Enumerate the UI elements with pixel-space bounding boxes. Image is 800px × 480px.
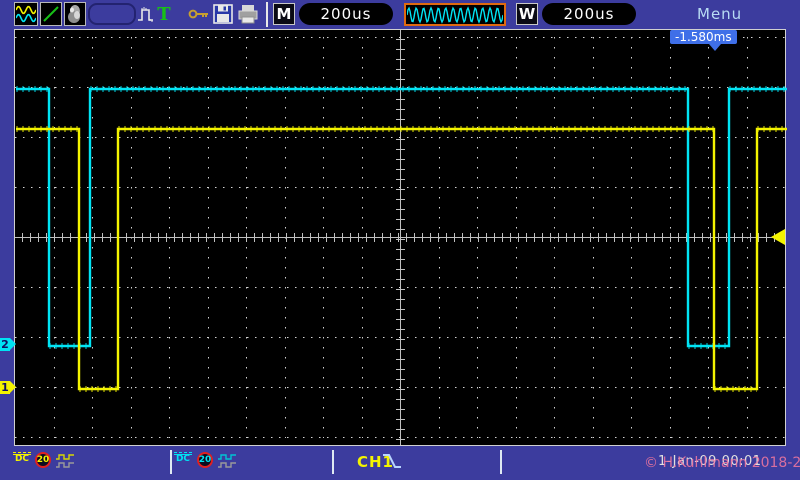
ch1-bandwidth-value: 20 — [36, 455, 50, 465]
ch2-invert-waveform-icon[interactable] — [217, 454, 237, 473]
ch1-position-marker[interactable]: 1 — [0, 381, 16, 394]
statusbar-separator — [332, 450, 334, 474]
oscilloscope-screen: T M 200us W 200us Menu -1.580ms 2 1 DC 2… — [0, 0, 800, 480]
ch2-coupling-label: DC — [175, 454, 191, 464]
ch2-bandwidth-limit-badge[interactable]: 20 — [197, 452, 213, 468]
waveform-traces — [16, 86, 787, 392]
ch1-coupling-label: DC — [14, 454, 30, 464]
ch1-marker-label: 1 — [0, 381, 10, 394]
ch2-bandwidth-value: 20 — [198, 455, 212, 465]
ch1-coupling-icon[interactable]: DC — [13, 452, 31, 464]
horizontal-offset-pointer[interactable] — [709, 44, 721, 51]
falling-edge-icon — [382, 452, 402, 474]
bottom-status-bar: DC 20 1.00V DC 20 10.0V — [0, 446, 800, 480]
ch2-position-marker[interactable]: 2 — [0, 338, 16, 351]
trigger-level-marker[interactable] — [771, 229, 785, 245]
watermark: © H.Kuhlmann 2018-2025 — [644, 455, 800, 471]
ch1-invert-waveform-icon[interactable] — [55, 454, 75, 473]
ch1-bandwidth-limit-badge[interactable]: 20 — [35, 452, 51, 468]
ch1-marker-arrow-icon — [10, 381, 16, 393]
ch2-marker-arrow-icon — [10, 338, 16, 350]
ch2-coupling-icon[interactable]: DC — [174, 452, 192, 464]
statusbar-separator — [170, 450, 172, 474]
horizontal-offset-badge[interactable]: -1.580ms — [670, 30, 737, 44]
graticule: -1.580ms — [14, 29, 787, 446]
ch2-marker-label: 2 — [0, 338, 10, 351]
statusbar-separator — [500, 450, 502, 474]
